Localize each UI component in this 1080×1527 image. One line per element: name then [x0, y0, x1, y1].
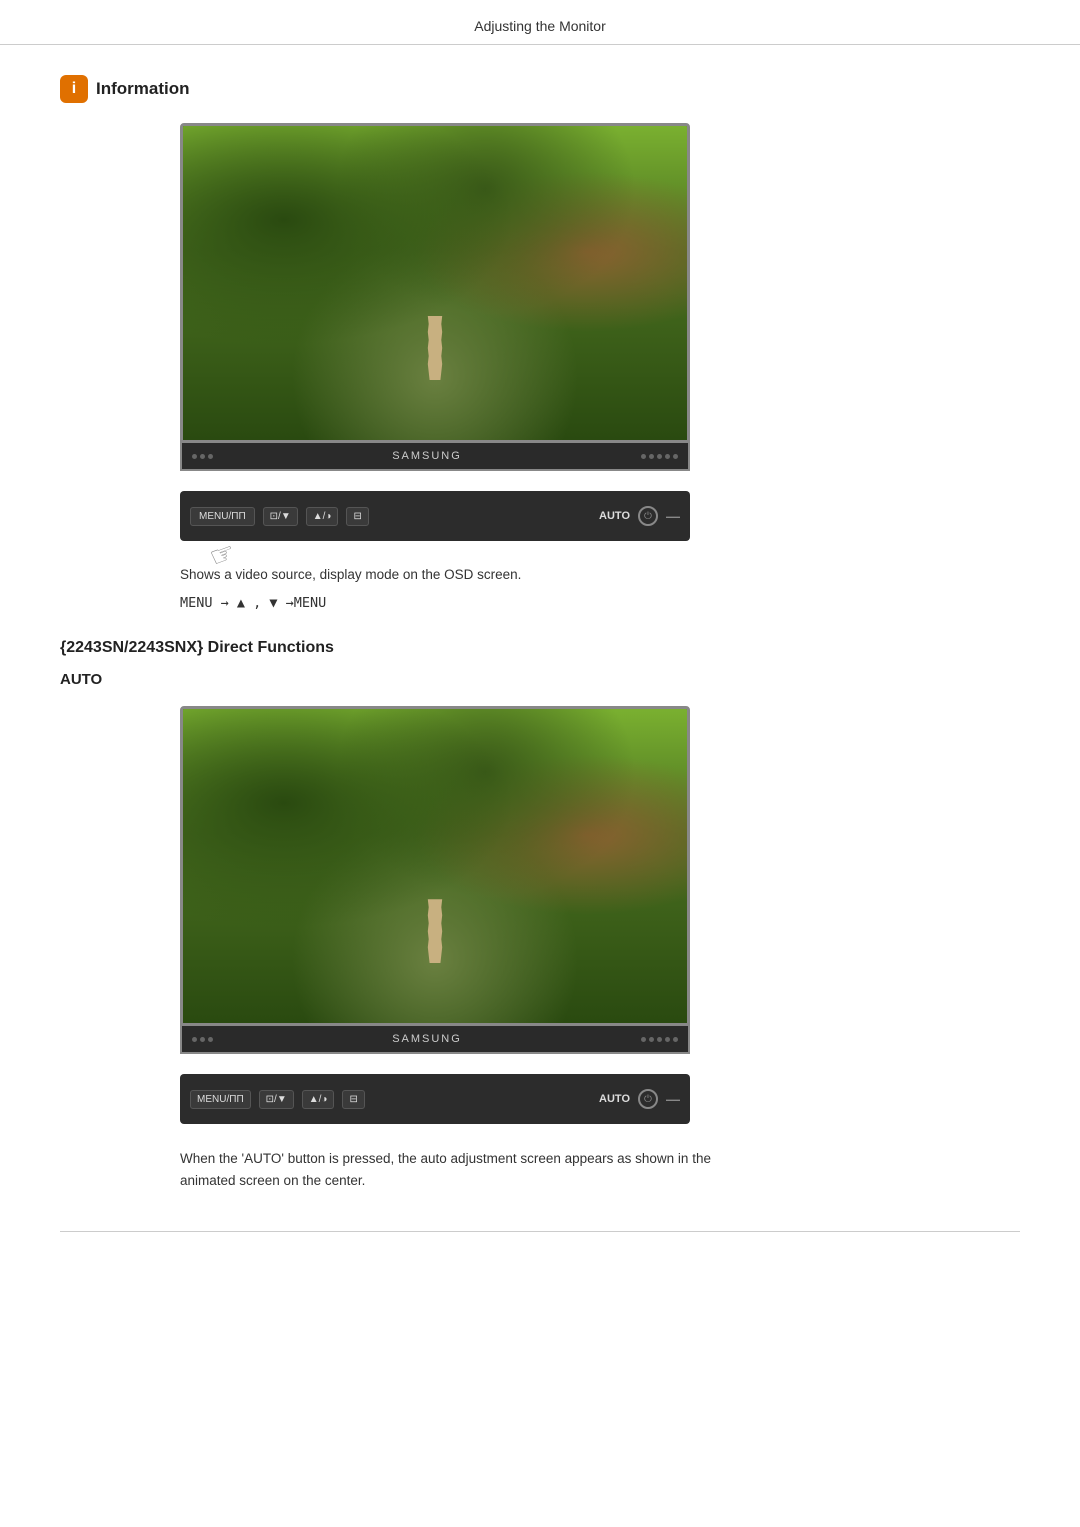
source-button-1[interactable]: ⊟ [346, 507, 368, 526]
auto-label-1[interactable]: AUTO [599, 510, 630, 522]
auto-heading: AUTO [60, 671, 1020, 688]
page-content: i Information SAMSUNG MENU/ΠΠ ⊡/▼ [0, 45, 1080, 1231]
monitor-image-1: SAMSUNG [180, 123, 1020, 471]
monitor-screen-2 [180, 706, 690, 1026]
monitor-screen-1 [180, 123, 690, 443]
updown-button-1[interactable]: ⊡/▼ [263, 507, 298, 526]
information-section-title: i Information [60, 75, 1020, 103]
direct-functions-heading: {2243SN/2243SNX} Direct Functions [60, 639, 1020, 657]
monitor-image-2: SAMSUNG [180, 706, 1020, 1054]
screen-background-1 [183, 126, 687, 440]
minus-button-1[interactable]: — [666, 508, 680, 524]
bezel-dots-right-2 [641, 1037, 678, 1042]
power-button-1[interactable]: ⏻ [638, 506, 658, 526]
bezel-dots-1 [192, 454, 213, 459]
screen-background-2 [183, 709, 687, 1023]
page-title: Adjusting the Monitor [474, 18, 606, 34]
samsung-logo-1: SAMSUNG [213, 450, 641, 462]
information-heading: Information [96, 79, 190, 99]
info-icon: i [60, 75, 88, 103]
control-bar-2: MENU/ΠΠ ⊡/▼ ▲/◑ ⊟ AUTO ⏻ — [180, 1074, 690, 1124]
page-footer [60, 1231, 1020, 1240]
menu-button-2[interactable]: MENU/ΠΠ [190, 1090, 251, 1109]
control-bar-wrap-2: MENU/ΠΠ ⊡/▼ ▲/◑ ⊟ AUTO ⏻ — [180, 1074, 1020, 1124]
power-button-2[interactable]: ⏻ [638, 1089, 658, 1109]
auto-description: When the 'AUTO' button is pressed, the a… [180, 1148, 780, 1191]
info-description: Shows a video source, display mode on th… [180, 565, 1020, 585]
control-bar-wrap-1: MENU/ΠΠ ⊡/▼ ▲/◑ ⊟ AUTO ⏻ — ☞ [180, 491, 1020, 541]
samsung-logo-2: SAMSUNG [213, 1033, 641, 1045]
menu-button-1[interactable]: MENU/ΠΠ [190, 507, 255, 526]
auto-label-2[interactable]: AUTO [599, 1093, 630, 1105]
monitor-bezel-2: SAMSUNG [180, 1026, 690, 1054]
minus-button-2[interactable]: — [666, 1091, 680, 1107]
source-button-2[interactable]: ⊟ [342, 1090, 364, 1109]
monitor-bezel-1: SAMSUNG [180, 443, 690, 471]
info-menu-path: MENU → ▲ , ▼ →MENU [180, 595, 1020, 611]
updown-button-2[interactable]: ⊡/▼ [259, 1090, 294, 1109]
brightness-button-2[interactable]: ▲/◑ [302, 1090, 335, 1109]
brightness-button-1[interactable]: ▲/◑ [306, 507, 339, 526]
control-bar-1: MENU/ΠΠ ⊡/▼ ▲/◑ ⊟ AUTO ⏻ — ☞ [180, 491, 690, 541]
page-header: Adjusting the Monitor [0, 0, 1080, 45]
bezel-dots-2 [192, 1037, 213, 1042]
bezel-dots-right-1 [641, 454, 678, 459]
